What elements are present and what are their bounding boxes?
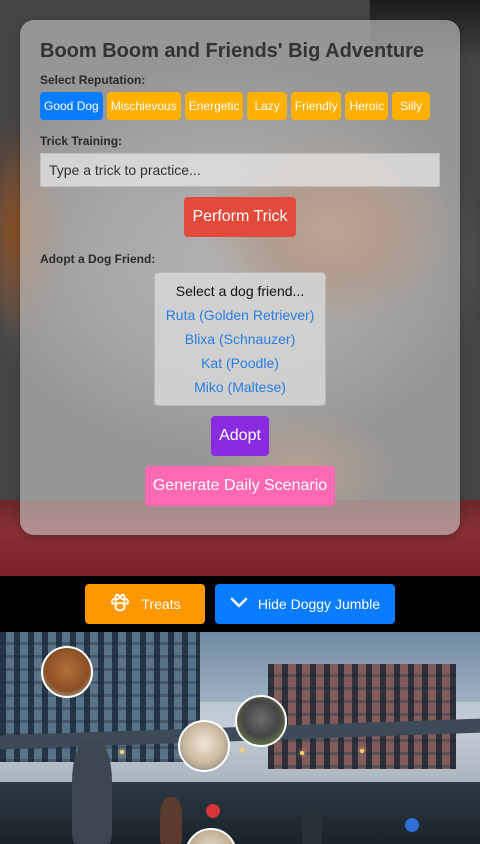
scene-light [240, 748, 244, 752]
reputation-good-dog-button[interactable]: Good Dog [40, 92, 103, 120]
dog-avatar[interactable] [41, 646, 93, 698]
adopt-label: Adopt a Dog Friend: [40, 252, 156, 266]
treats-label: Treats [141, 596, 181, 612]
doggy-jumble-scene [0, 632, 480, 844]
toolbar: Treats Hide Doggy Jumble [0, 576, 480, 632]
hide-jumble-label: Hide Doggy Jumble [257, 596, 381, 612]
reputation-mischievous-button[interactable]: Mischievous [106, 92, 181, 120]
scene-balloon [206, 804, 220, 818]
reputation-energetic-button[interactable]: Energetic [184, 92, 244, 120]
reputation-lazy-button[interactable]: Lazy [247, 92, 287, 120]
scene-light [300, 751, 304, 755]
scene-person [72, 740, 112, 844]
dog-option-kat[interactable]: Kat (Poodle) [155, 351, 325, 375]
reputation-silly-button[interactable]: Silly [392, 92, 431, 120]
adopt-button[interactable]: Adopt [211, 416, 269, 456]
dog-select-list[interactable]: Select a dog friend... Ruta (Golden Retr… [154, 272, 326, 406]
reputation-label: Select Reputation: [40, 73, 146, 87]
reputation-friendly-button[interactable]: Friendly [290, 92, 342, 120]
generate-scenario-button[interactable]: Generate Daily Scenario [145, 466, 335, 506]
scene-person [302, 802, 322, 844]
dog-option-ruta[interactable]: Ruta (Golden Retriever) [155, 303, 325, 327]
chevron-down-icon [230, 596, 248, 612]
scene-building-right [268, 664, 456, 769]
dog-option-blixa[interactable]: Blixa (Schnauzer) [155, 327, 325, 351]
page-title: Boom Boom and Friends' Big Adventure [40, 40, 425, 62]
perform-trick-button[interactable]: Perform Trick [184, 197, 296, 237]
hide-jumble-button[interactable]: Hide Doggy Jumble [215, 584, 395, 624]
dog-select-placeholder[interactable]: Select a dog friend... [155, 279, 325, 303]
scene-light [120, 750, 124, 754]
reputation-heroic-button[interactable]: Heroic [345, 92, 389, 120]
scene-balloon [405, 818, 419, 832]
dog-avatar[interactable] [235, 695, 287, 747]
paw-icon [109, 592, 131, 617]
reputation-buttons: Good Dog Mischievous Energetic Lazy Frie… [40, 92, 431, 120]
treats-button[interactable]: Treats [85, 584, 205, 624]
dog-avatar[interactable] [178, 720, 230, 772]
trick-training-label: Trick Training: [40, 134, 123, 148]
scene-light [360, 749, 364, 753]
dog-option-miko[interactable]: Miko (Maltese) [155, 375, 325, 399]
trick-input[interactable] [40, 153, 440, 187]
scene-person [160, 797, 182, 844]
adventure-panel: Boom Boom and Friends' Big Adventure Sel… [20, 20, 460, 535]
